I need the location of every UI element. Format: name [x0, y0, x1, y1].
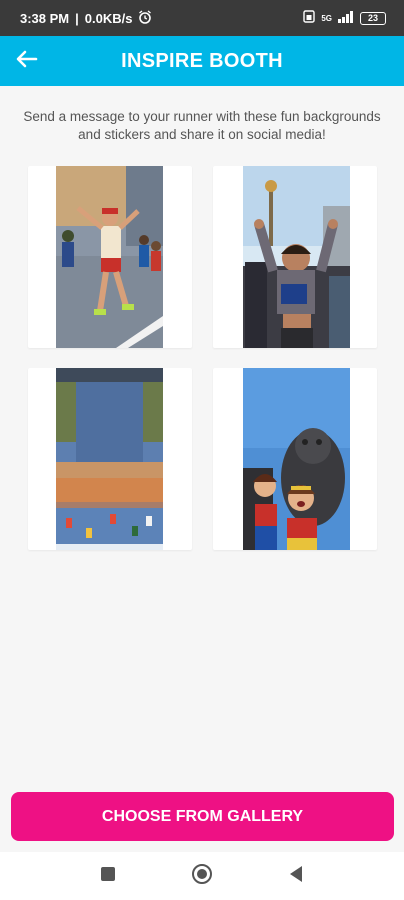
recent-apps-button[interactable] — [97, 865, 119, 887]
status-time: 3:38 PM — [20, 10, 70, 26]
wonder-women-image — [243, 368, 350, 550]
cheering-woman-image — [243, 166, 350, 348]
back-button[interactable] — [10, 44, 44, 78]
background-tile-runner[interactable] — [28, 166, 192, 348]
circle-home-icon — [191, 863, 213, 890]
battery-icon: 23 — [360, 11, 386, 25]
square-icon — [100, 866, 116, 887]
runner-street-image — [56, 166, 163, 348]
background-tile-wonder-women[interactable] — [213, 368, 377, 550]
status-separator: | — [75, 10, 79, 26]
status-bar: 3:38 PM | 0.0KB/s 5G 23 — [0, 0, 404, 36]
signal-icon — [338, 10, 354, 26]
network-label: 5G — [321, 13, 332, 23]
marathon-crowd-image — [56, 368, 163, 550]
status-speed: 0.0KB/s — [84, 10, 133, 26]
background-tile-marathon-crowd[interactable] — [28, 368, 192, 550]
system-back-button[interactable] — [285, 865, 307, 887]
background-tile-cheering-woman[interactable] — [213, 166, 377, 348]
status-right: 5G 23 — [303, 10, 386, 26]
choose-from-gallery-button[interactable]: CHOOSE FROM GALLERY — [11, 792, 394, 841]
arrow-left-icon — [16, 50, 38, 73]
home-button[interactable] — [191, 863, 213, 890]
page-title: INSPIRE BOOTH — [121, 49, 283, 72]
intro-text: Send a message to your runner with these… — [23, 109, 381, 142]
app-bar: INSPIRE BOOTH — [0, 36, 404, 86]
alarm-clock-icon — [138, 9, 152, 27]
navigation-bar — [0, 852, 404, 900]
status-left: 3:38 PM | 0.0KB/s — [20, 9, 152, 27]
triangle-back-icon — [288, 865, 304, 888]
battery-level: 23 — [367, 12, 378, 23]
sim-icon — [303, 10, 316, 26]
